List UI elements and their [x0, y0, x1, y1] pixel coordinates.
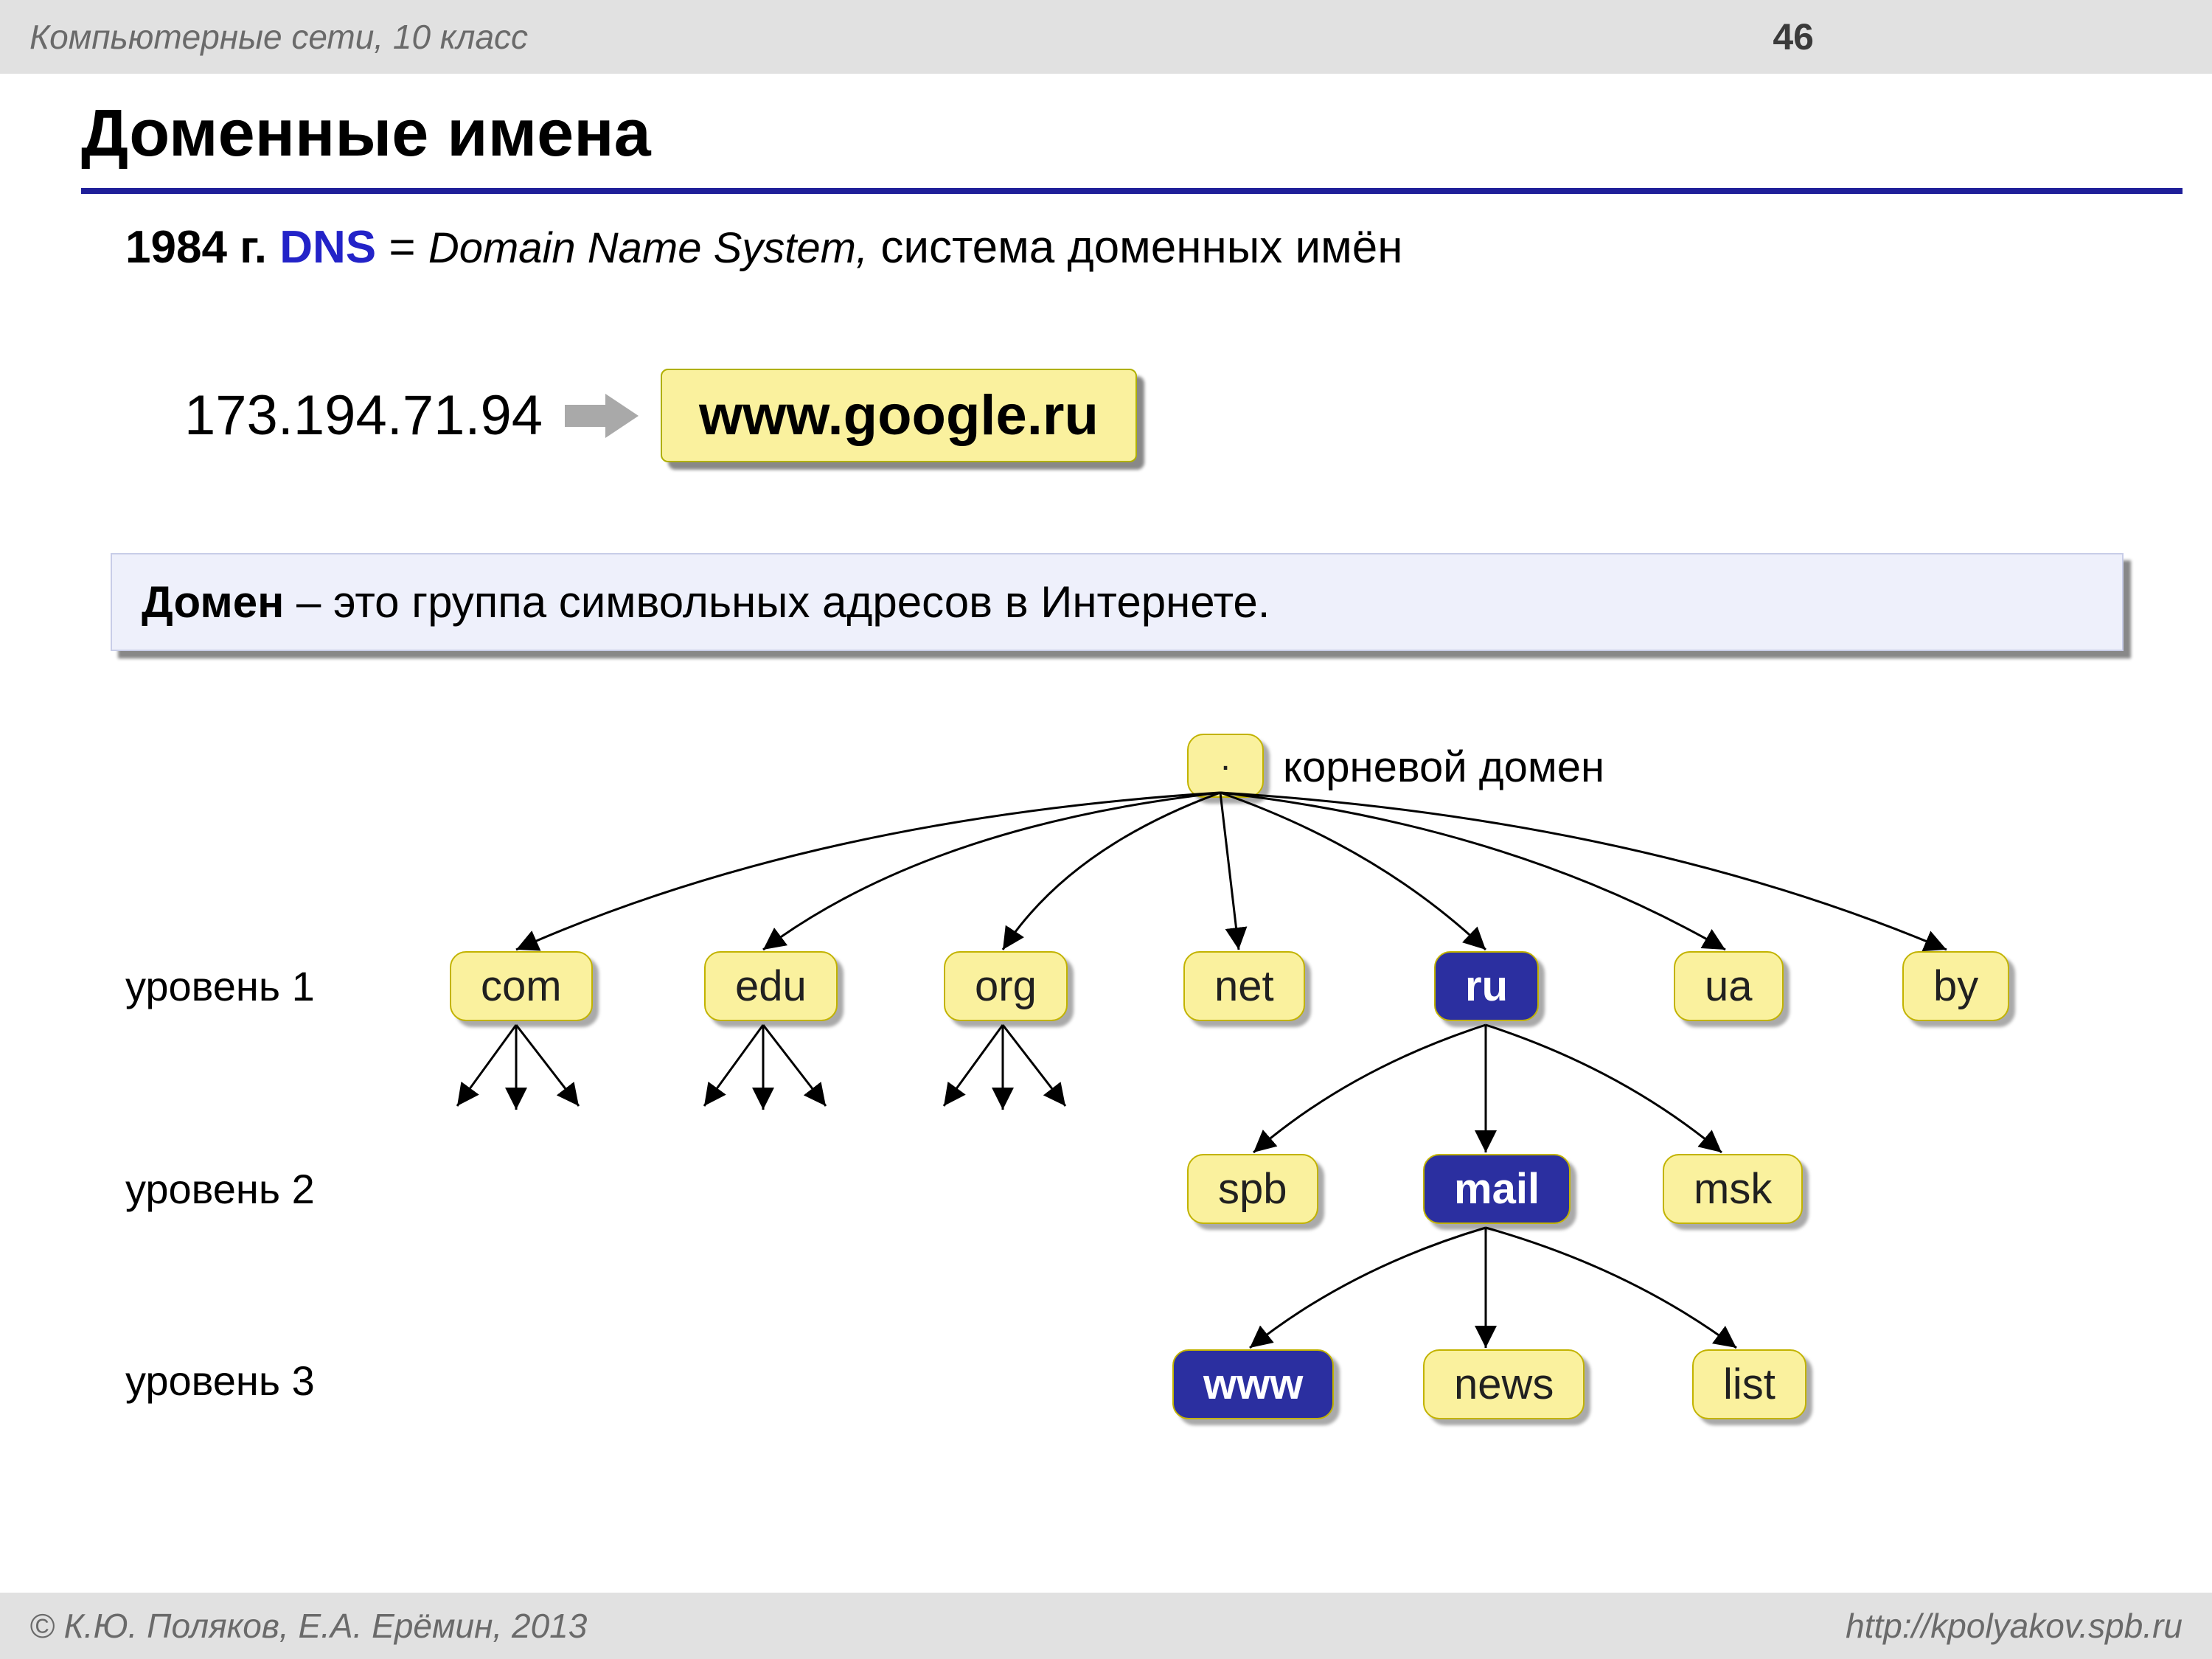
node-com: com	[450, 951, 593, 1021]
node-net: net	[1183, 951, 1305, 1021]
node-msk: msk	[1663, 1154, 1803, 1224]
domain-example: www.google.ru	[661, 369, 1137, 462]
root-label: корневой домен	[1283, 742, 1604, 792]
node-ru: ru	[1434, 951, 1539, 1021]
footer-copyright: © К.Ю. Поляков, Е.А. Ерёмин, 2013	[29, 1606, 587, 1646]
node-edu: edu	[704, 951, 838, 1021]
node-news: news	[1423, 1349, 1585, 1419]
intro-expand: Domain Name System,	[428, 224, 868, 272]
node-mail: mail	[1423, 1154, 1571, 1224]
page-number: 46	[1773, 15, 1814, 58]
node-list: list	[1692, 1349, 1806, 1419]
footer-url: http://kpolyakov.spb.ru	[1846, 1606, 2183, 1646]
definition-text: – это группа символьных адресов в Интерн…	[284, 577, 1270, 627]
node-www: www	[1172, 1349, 1334, 1419]
definition-term: Домен	[142, 577, 284, 627]
intro-year: 1984 г.	[125, 222, 267, 273]
title-rule	[81, 188, 2183, 194]
intro-tail: система доменных имён	[868, 222, 1402, 273]
domain-tree: . корневой домен уровень 1 com edu org n…	[0, 712, 2212, 1523]
node-ua: ua	[1674, 951, 1784, 1021]
ip-address: 173.194.71.94	[184, 383, 543, 448]
page-title: Доменные имена	[81, 96, 2183, 172]
subject-label: Компьютерные сети, 10 класс	[29, 17, 528, 57]
node-org: org	[944, 951, 1068, 1021]
intro-dns: DNS	[279, 222, 376, 273]
level1-label: уровень 1	[125, 962, 315, 1010]
node-root: .	[1187, 734, 1264, 798]
level3-label: уровень 3	[125, 1357, 315, 1405]
node-by: by	[1902, 951, 2009, 1021]
ip-to-domain: 173.194.71.94 www.google.ru	[184, 369, 1137, 462]
arrow-right-icon	[565, 390, 639, 442]
level2-label: уровень 2	[125, 1165, 315, 1213]
intro-eq: =	[376, 222, 428, 273]
header-bar: Компьютерные сети, 10 класс 46	[0, 0, 2212, 74]
definition-box: Домен – это группа символьных адресов в …	[111, 553, 2124, 651]
node-spb: spb	[1187, 1154, 1318, 1224]
footer-bar: © К.Ю. Поляков, Е.А. Ерёмин, 2013 http:/…	[0, 1593, 2212, 1659]
intro-line: 1984 г. DNS = Domain Name System, систем…	[125, 221, 1403, 274]
